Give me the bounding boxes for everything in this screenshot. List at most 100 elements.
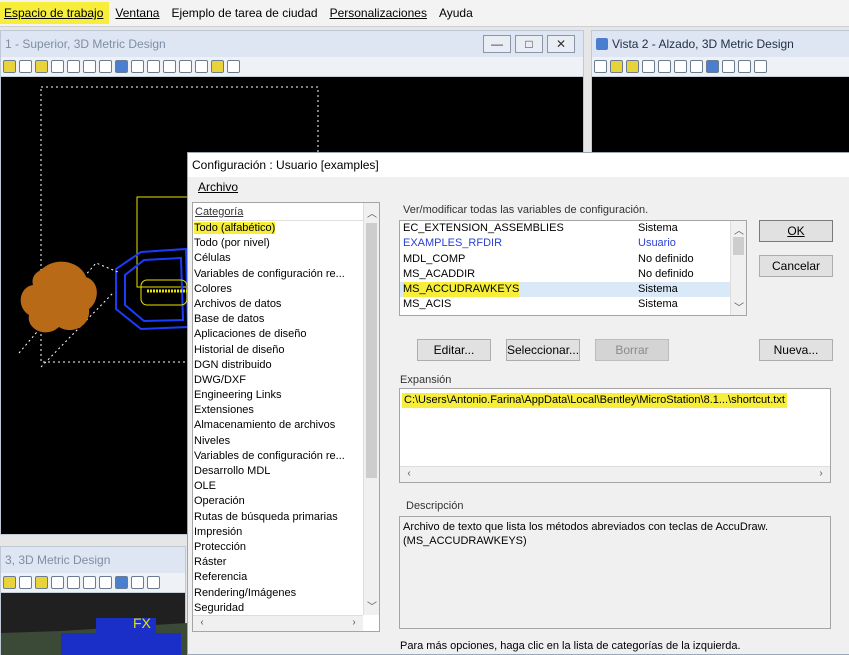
category-item[interactable]: Operación	[193, 494, 363, 509]
scroll-right-icon[interactable]: ›	[814, 468, 828, 479]
category-horizontal-scrollbar[interactable]: ‹ ›	[193, 615, 363, 631]
view-next-icon[interactable]	[163, 60, 176, 73]
variable-row[interactable]: EC_EXTENSION_ASSEMBLIES Sistema	[400, 221, 730, 236]
expansion-value[interactable]: C:\Users\Antonio.Farina\AppData\Local\Be…	[402, 393, 787, 408]
category-item[interactable]: Ráster	[193, 555, 363, 570]
category-item[interactable]: Células	[193, 251, 363, 266]
scroll-thumb[interactable]	[733, 237, 744, 255]
copy-view-icon[interactable]	[179, 60, 192, 73]
update-view-icon[interactable]	[626, 60, 639, 73]
new-button[interactable]: Nueva...	[759, 339, 833, 361]
rotate-view-icon[interactable]	[706, 60, 719, 73]
expansion-horizontal-scrollbar[interactable]: ‹ ›	[400, 466, 830, 482]
rotate-view-icon[interactable]	[115, 576, 128, 589]
zoom-out-icon[interactable]	[67, 576, 80, 589]
fit-view-icon[interactable]	[99, 576, 112, 589]
category-item[interactable]: Niveles	[193, 434, 363, 449]
zoom-out-icon[interactable]	[658, 60, 671, 73]
category-item[interactable]: Archivos de datos	[193, 297, 363, 312]
category-vertical-scrollbar[interactable]: ︿ ﹀	[363, 203, 379, 615]
update-view-icon[interactable]	[35, 576, 48, 589]
view-attributes-icon[interactable]	[3, 60, 16, 73]
view3-canvas[interactable]: FX	[1, 593, 187, 655]
category-item[interactable]: Colores	[193, 282, 363, 297]
zoom-out-icon[interactable]	[67, 60, 80, 73]
category-item[interactable]: Todo (por nivel)	[193, 236, 363, 251]
update-view-icon[interactable]	[35, 60, 48, 73]
scroll-left-icon[interactable]: ‹	[195, 617, 209, 628]
category-item[interactable]: OLE	[193, 479, 363, 494]
pan-view-icon[interactable]	[131, 576, 144, 589]
scroll-down-icon[interactable]: ﹀	[365, 598, 379, 613]
cancel-button[interactable]: Cancelar	[759, 255, 833, 277]
scroll-thumb[interactable]	[366, 223, 377, 478]
variable-row[interactable]: MS_ACADDIR No definido	[400, 267, 730, 282]
zoom-in-icon[interactable]	[642, 60, 655, 73]
category-item[interactable]: Variables de configuración re...	[193, 449, 363, 464]
variable-row[interactable]: MS_ACIS Sistema	[400, 297, 730, 312]
category-item[interactable]: Todo (alfabético)	[193, 221, 363, 236]
category-item[interactable]: Almacenamiento de archivos	[193, 418, 363, 433]
category-item[interactable]: Seguridad	[193, 601, 363, 616]
variable-row[interactable]: MS_ACCUDRAWKEYS Sistema	[400, 282, 730, 298]
close-button[interactable]: ✕	[547, 35, 575, 53]
category-item[interactable]: Engineering Links	[193, 388, 363, 403]
maximize-button[interactable]: □	[515, 35, 543, 53]
category-item[interactable]: Referencia	[193, 570, 363, 585]
zoom-in-icon[interactable]	[51, 60, 64, 73]
display-style-icon[interactable]	[610, 60, 623, 73]
pan-view-icon[interactable]	[131, 60, 144, 73]
category-item[interactable]: Protección	[193, 540, 363, 555]
category-item[interactable]: Impresión	[193, 525, 363, 540]
scroll-down-icon[interactable]: ﹀	[732, 299, 746, 314]
camera-icon[interactable]	[211, 60, 224, 73]
display-style-icon[interactable]	[19, 60, 32, 73]
window-area-icon[interactable]	[83, 576, 96, 589]
expansion-field[interactable]: C:\Users\Antonio.Farina\AppData\Local\Be…	[399, 388, 831, 483]
view-attributes-icon[interactable]	[3, 576, 16, 589]
category-header[interactable]: Categoría	[193, 203, 379, 221]
zoom-in-icon[interactable]	[51, 576, 64, 589]
view-window-3[interactable]: 3, 3D Metric Design FX	[0, 546, 187, 655]
view-previous-icon[interactable]	[147, 576, 160, 589]
category-list[interactable]: Categoría Todo (alfabético) Todo (por niv…	[192, 202, 380, 632]
category-item[interactable]: Rendering/Imágenes	[193, 586, 363, 601]
fit-view-icon[interactable]	[690, 60, 703, 73]
pan-view-icon[interactable]	[722, 60, 735, 73]
menu-archivo[interactable]: Archivo	[198, 180, 238, 194]
minimize-button[interactable]: —	[483, 35, 511, 53]
menu-espacio-de-trabajo[interactable]: Espacio de trabajo	[0, 2, 110, 24]
category-item[interactable]: DWG/DXF	[193, 373, 363, 388]
view-previous-icon[interactable]	[147, 60, 160, 73]
window-area-icon[interactable]	[674, 60, 687, 73]
walk-icon[interactable]	[227, 60, 240, 73]
category-item[interactable]: Base de datos	[193, 312, 363, 327]
fit-view-icon[interactable]	[99, 60, 112, 73]
menu-ventana[interactable]: Ventana	[109, 2, 165, 24]
scroll-up-icon[interactable]: ︿	[732, 222, 746, 237]
ok-button[interactable]: OK	[759, 220, 833, 242]
view-attributes-icon[interactable]	[594, 60, 607, 73]
category-item[interactable]: Extensiones	[193, 403, 363, 418]
view-next-icon[interactable]	[754, 60, 767, 73]
window-area-icon[interactable]	[83, 60, 96, 73]
clip-volume-icon[interactable]	[195, 60, 208, 73]
menu-ayuda[interactable]: Ayuda	[433, 2, 479, 24]
category-item[interactable]: Desarrollo MDL	[193, 464, 363, 479]
variables-list[interactable]: EC_EXTENSION_ASSEMBLIES Sistema EXAMPLES_R…	[399, 220, 747, 316]
select-button[interactable]: Seleccionar...	[506, 339, 580, 361]
scroll-left-icon[interactable]: ‹	[402, 468, 416, 479]
menu-personalizaciones[interactable]: Personalizaciones	[324, 2, 433, 24]
variable-row[interactable]: MDL_COMP No definido	[400, 252, 730, 267]
menu-ejemplo-tarea-ciudad[interactable]: Ejemplo de tarea de ciudad	[165, 2, 323, 24]
scroll-right-icon[interactable]: ›	[347, 617, 361, 628]
category-item[interactable]: Aplicaciones de diseño	[193, 327, 363, 342]
variable-row[interactable]: EXAMPLES_RFDIR Usuario	[400, 236, 730, 251]
category-item[interactable]: Rutas de búsqueda primarias	[193, 510, 363, 525]
delete-button[interactable]: Borrar	[595, 339, 669, 361]
display-style-icon[interactable]	[19, 576, 32, 589]
view-previous-icon[interactable]	[738, 60, 751, 73]
edit-button[interactable]: Editar...	[417, 339, 491, 361]
scroll-up-icon[interactable]: ︿	[365, 205, 379, 220]
variables-vertical-scrollbar[interactable]: ︿ ﹀	[730, 221, 746, 315]
